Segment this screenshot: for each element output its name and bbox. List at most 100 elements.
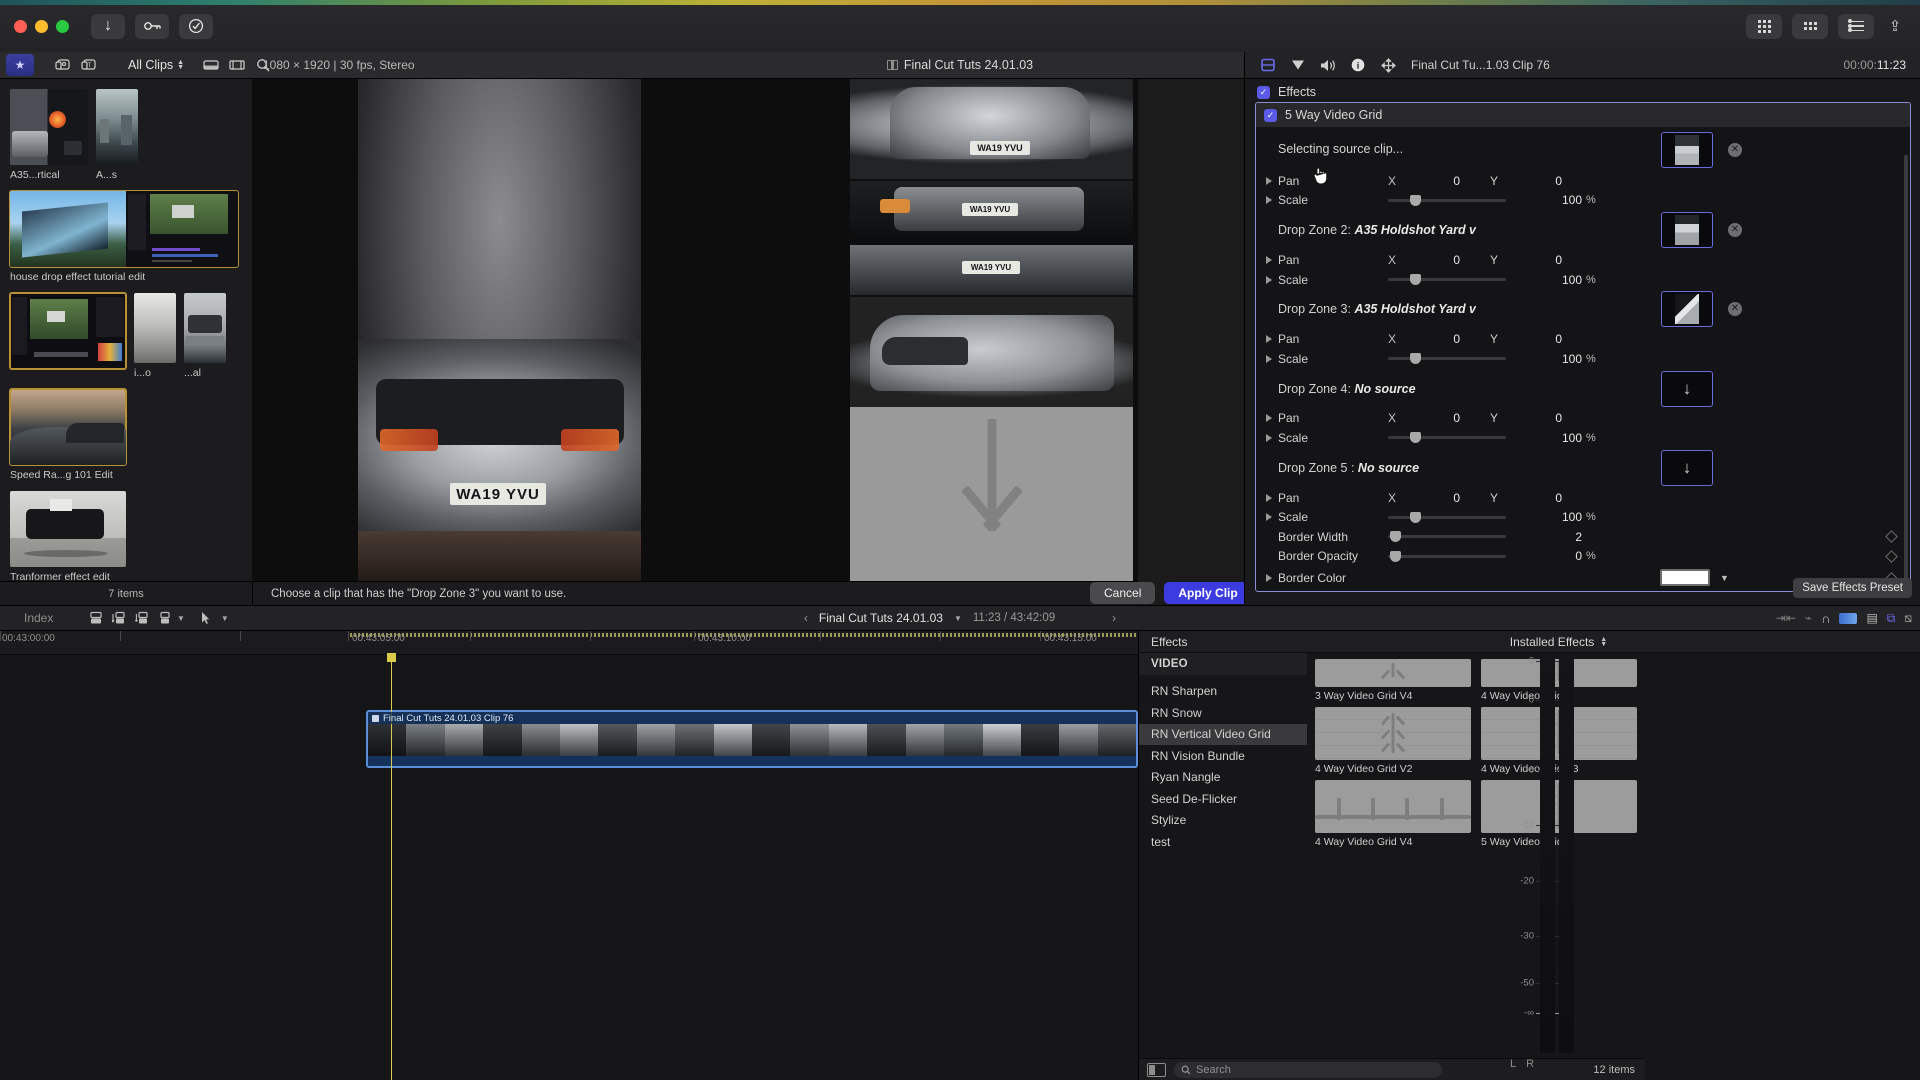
effects-category-item[interactable]: Seed De-Flicker bbox=[1139, 788, 1307, 810]
video-inspector-icon[interactable] bbox=[1259, 57, 1277, 73]
border-opacity-row[interactable]: Border Opacity 0 % bbox=[1256, 547, 1910, 567]
effects-category-item[interactable]: RN Sharpen bbox=[1139, 681, 1307, 703]
disclosure-triangle-icon[interactable] bbox=[1266, 355, 1272, 363]
close-icon[interactable]: ⧅ bbox=[1904, 611, 1912, 626]
search-input[interactable]: Search bbox=[1174, 1062, 1442, 1078]
drop-zone-row[interactable]: Drop Zone 3: A35 Holdshot Yard v ✕ bbox=[1256, 289, 1910, 329]
disclosure-triangle-icon[interactable] bbox=[1266, 513, 1272, 521]
drop-zone-clear-icon[interactable]: ✕ bbox=[1728, 143, 1742, 157]
chevron-down-icon[interactable]: ▼ bbox=[954, 614, 962, 623]
drop-zone-row[interactable]: Drop Zone 5 : No source ↓ bbox=[1256, 448, 1910, 488]
settings-icon[interactable]: ▤ bbox=[1866, 611, 1877, 625]
retime-icon[interactable]: ⇥⇤ bbox=[1776, 611, 1796, 625]
effect-tile[interactable]: 3 Way Video Grid V4 bbox=[1315, 659, 1471, 703]
scale-value[interactable]: 100 bbox=[1548, 273, 1582, 287]
scale-row[interactable]: Scale 100 % bbox=[1256, 191, 1910, 211]
effects-category-item[interactable]: RN Vision Bundle bbox=[1139, 745, 1307, 767]
enhance-icon[interactable]: ⌁ bbox=[1805, 611, 1812, 625]
pan-y-value[interactable]: 0 bbox=[1528, 491, 1562, 505]
clip-thumbnail[interactable] bbox=[10, 389, 126, 465]
drop-zone-row[interactable]: Drop Zone 4: No source ↓ bbox=[1256, 369, 1910, 409]
clip-thumbnail[interactable] bbox=[134, 293, 176, 363]
fullscreen-icon[interactable]: ⧉ bbox=[1887, 611, 1896, 626]
scale-slider[interactable] bbox=[1388, 199, 1506, 202]
effect-tile[interactable]: 4 Way Video Grid V4 bbox=[1315, 780, 1471, 849]
pan-row[interactable]: Pan X 0 Y 0 bbox=[1256, 488, 1910, 508]
effects-thumbnail-grid[interactable]: 3 Way Video Grid V4 4 Way Video Grid bbox=[1307, 653, 1645, 1058]
keyframe-icon[interactable] bbox=[1885, 530, 1898, 543]
maximize-window-button[interactable] bbox=[56, 20, 69, 33]
clip-thumbnail[interactable] bbox=[10, 191, 238, 267]
list-item[interactable]: ...al bbox=[184, 293, 226, 379]
scale-value[interactable]: 100 bbox=[1548, 352, 1582, 366]
disclosure-triangle-icon[interactable] bbox=[1266, 256, 1272, 264]
library-icon[interactable]: ★ bbox=[6, 54, 34, 76]
clip-thumbnail[interactable] bbox=[96, 89, 138, 165]
sidebar-toggle-icon[interactable] bbox=[1147, 1063, 1166, 1077]
drop-zone-clear-icon[interactable]: ✕ bbox=[1728, 302, 1742, 316]
drop-zone-row[interactable]: Drop Zone 2: A35 Holdshot Yard v ✕ bbox=[1256, 210, 1910, 250]
pan-row[interactable]: Pan X 0 Y 0 bbox=[1256, 250, 1910, 270]
pan-row[interactable]: Pan X 0 Y 0 bbox=[1256, 329, 1910, 349]
border-color-swatch[interactable] bbox=[1660, 569, 1710, 586]
pan-x-value[interactable]: 0 bbox=[1426, 332, 1460, 346]
headphones-icon[interactable]: ∩ bbox=[1821, 611, 1830, 626]
list-item[interactable]: house drop effect tutorial edit bbox=[10, 191, 238, 283]
effect-enable-checkbox[interactable]: ✓ bbox=[1264, 109, 1277, 122]
cancel-button[interactable]: Cancel bbox=[1090, 582, 1155, 604]
previous-project-button[interactable]: ‹ bbox=[804, 611, 808, 625]
titles-icon[interactable]: T bbox=[76, 54, 102, 76]
minimize-window-button[interactable] bbox=[35, 20, 48, 33]
grid-view-icon[interactable] bbox=[1746, 14, 1782, 39]
scale-slider[interactable] bbox=[1388, 516, 1506, 519]
border-opacity-slider[interactable] bbox=[1388, 555, 1506, 558]
effects-category-item[interactable]: RN Snow bbox=[1139, 702, 1307, 724]
timeline-project-name[interactable]: Final Cut Tuts 24.01.03 bbox=[819, 611, 943, 625]
download-icon[interactable]: ↓ bbox=[91, 14, 125, 39]
effects-category-item[interactable]: Stylize bbox=[1139, 810, 1307, 832]
grid6-view-icon[interactable] bbox=[1792, 14, 1828, 39]
drop-zone-well[interactable] bbox=[1661, 212, 1713, 248]
effects-category-item[interactable]: test bbox=[1139, 831, 1307, 853]
close-window-button[interactable] bbox=[14, 20, 27, 33]
effects-category-item[interactable]: Ryan Nangle bbox=[1139, 767, 1307, 789]
pan-x-value[interactable]: 0 bbox=[1426, 174, 1460, 188]
scale-row[interactable]: Scale 100 % bbox=[1256, 270, 1910, 290]
disclosure-triangle-icon[interactable] bbox=[1266, 574, 1272, 582]
transform-inspector-icon[interactable] bbox=[1379, 57, 1397, 73]
drop-zone-well[interactable] bbox=[1661, 132, 1713, 168]
next-project-button[interactable]: › bbox=[1112, 611, 1116, 625]
scale-slider[interactable] bbox=[1388, 278, 1506, 281]
clip-thumbnail[interactable] bbox=[184, 293, 226, 363]
keyframe-icon[interactable] bbox=[1885, 550, 1898, 563]
check-circle-icon[interactable] bbox=[179, 14, 213, 39]
drop-zone-clear-icon[interactable]: ✕ bbox=[1728, 223, 1742, 237]
clip-thumbnail[interactable] bbox=[10, 491, 126, 567]
timeline-clip[interactable]: Final Cut Tuts 24.01.03 Clip 76 bbox=[366, 710, 1138, 768]
scale-row[interactable]: Scale 100 % bbox=[1256, 428, 1910, 448]
border-width-slider[interactable] bbox=[1388, 535, 1506, 538]
drop-zone-row[interactable]: Selecting source clip... ✕ bbox=[1256, 127, 1910, 171]
audio-meters[interactable]: 6 0 -6 -12 -20 -30 -50 -∞ bbox=[1506, 653, 1576, 1063]
sliders-icon[interactable] bbox=[1838, 14, 1874, 39]
effect-thumbnail[interactable] bbox=[1315, 707, 1471, 760]
disclosure-triangle-icon[interactable] bbox=[1266, 335, 1272, 343]
clip-thumbnail[interactable] bbox=[10, 293, 126, 369]
apply-clip-button[interactable]: Apply Clip bbox=[1164, 582, 1251, 604]
timeline-ruler[interactable]: 00:43:00:00 00:43:05:00 00:43:10:00 00:4… bbox=[0, 631, 1138, 655]
media-import-icon[interactable] bbox=[50, 54, 76, 76]
disclosure-triangle-icon[interactable] bbox=[1266, 276, 1272, 284]
clip-thumbnail[interactable] bbox=[10, 89, 88, 165]
pan-y-value[interactable]: 0 bbox=[1528, 174, 1562, 188]
disclosure-triangle-icon[interactable] bbox=[1266, 177, 1272, 185]
media-browser[interactable]: A35...rtical A...s bbox=[0, 79, 252, 581]
effects-category-item-selected[interactable]: RN Vertical Video Grid bbox=[1139, 724, 1307, 746]
effect-parameter-card[interactable]: ✓ 5 Way Video Grid Selecting source clip… bbox=[1255, 102, 1911, 592]
list-view-icon[interactable] bbox=[224, 54, 250, 76]
drop-zone-well[interactable]: ↓ bbox=[1661, 371, 1713, 407]
drop-zone-empty-placeholder[interactable] bbox=[850, 407, 1133, 581]
inspector-scrollbar[interactable] bbox=[1904, 155, 1908, 585]
meters-icon[interactable] bbox=[1839, 613, 1857, 624]
pan-x-value[interactable]: 0 bbox=[1426, 253, 1460, 267]
scale-row[interactable]: Scale 100 % bbox=[1256, 507, 1910, 527]
